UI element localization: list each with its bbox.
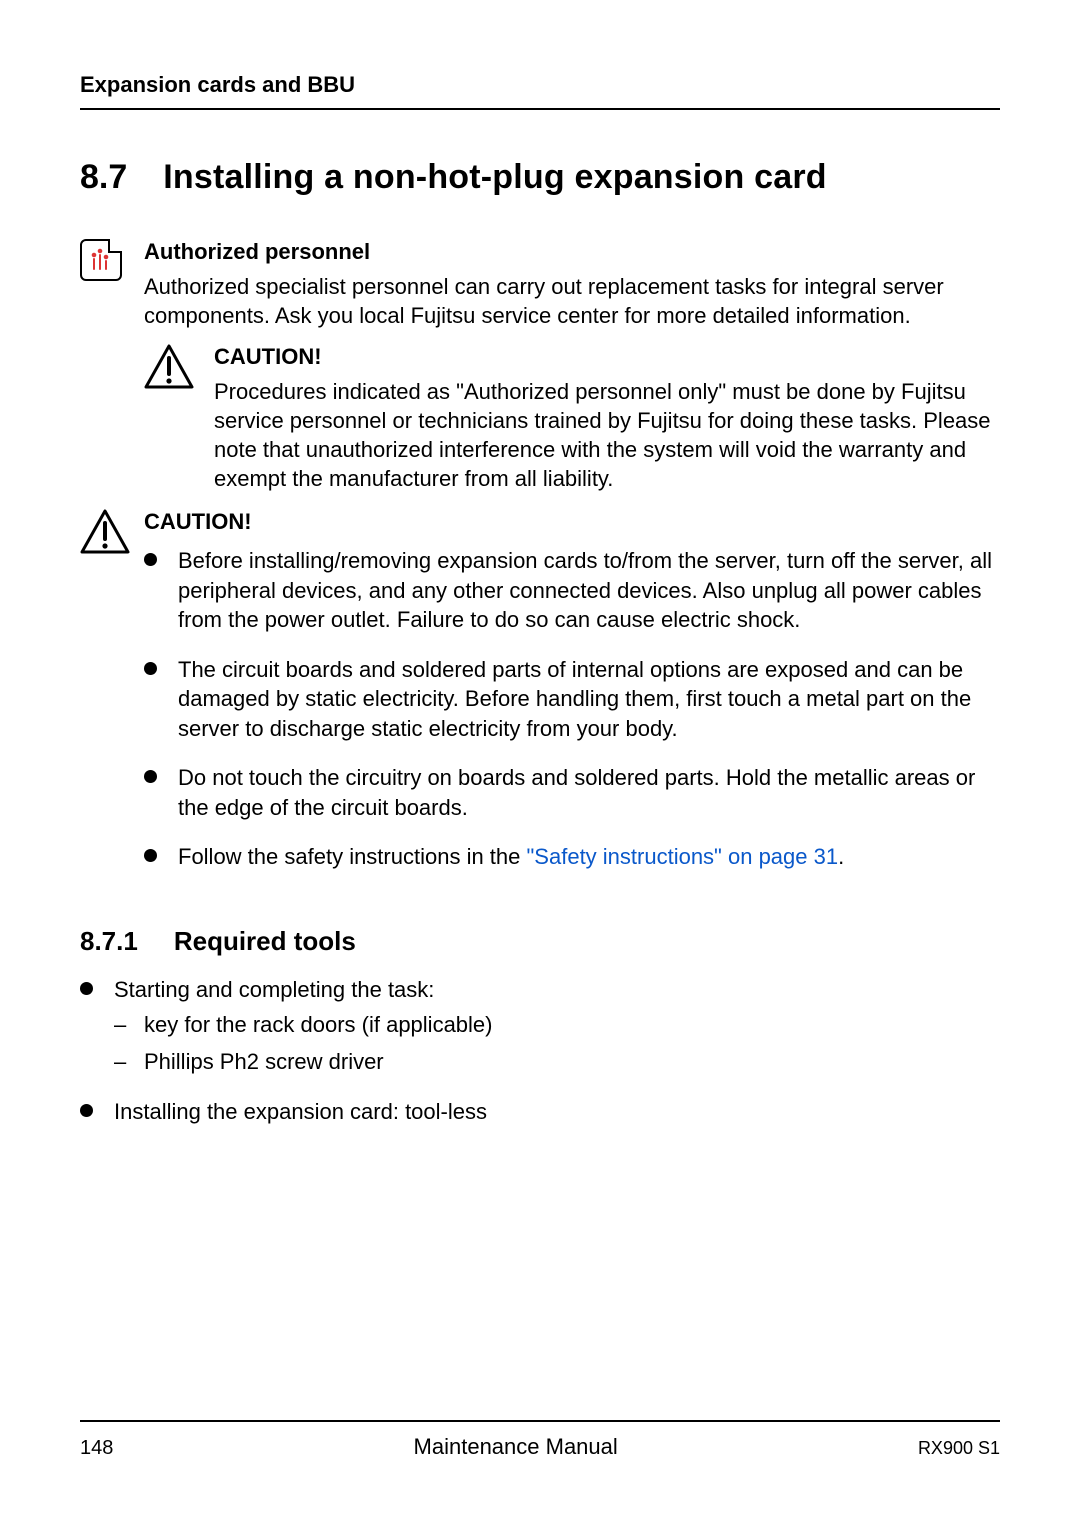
caution2-link-tail: .: [838, 844, 844, 869]
tools-subitem: key for the rack doors (if applicable): [114, 1010, 1000, 1039]
footer-title: Maintenance Manual: [414, 1434, 618, 1460]
tools-list: Starting and completing the task: key fo…: [80, 975, 1000, 1127]
tools-item: Installing the expansion card: tool-less: [80, 1097, 1000, 1126]
caution-block-2: CAUTION! Before installing/removing expa…: [80, 507, 1000, 891]
caution2-item: The circuit boards and soldered parts of…: [144, 655, 1000, 743]
page-footer: 148 Maintenance Manual RX900 S1: [80, 1420, 1000, 1460]
safety-instructions-link[interactable]: "Safety instructions" on page 31: [527, 844, 839, 869]
running-header: Expansion cards and BBU: [80, 72, 1000, 110]
tools-subitem: Phillips Ph2 screw driver: [114, 1047, 1000, 1076]
tools-item-text: Starting and completing the task:: [114, 977, 434, 1002]
caution1-body: Procedures indicated as "Authorized pers…: [214, 377, 1000, 493]
footer-model: RX900 S1: [918, 1438, 1000, 1459]
section-title: Installing a non-hot-plug expansion card: [163, 158, 826, 197]
caution-icon: [144, 342, 202, 499]
caution2-list: Before installing/removing expansion car…: [144, 546, 1000, 871]
page-number: 148: [80, 1437, 113, 1460]
tools-sublist: key for the rack doors (if applicable) P…: [114, 1010, 1000, 1077]
section-number: 8.7: [80, 158, 127, 197]
caution2-item: Do not touch the circuitry on boards and…: [144, 763, 1000, 822]
caution2-item: Before installing/removing expansion car…: [144, 546, 1000, 634]
caution2-heading: CAUTION!: [144, 507, 1000, 536]
subsection-heading: 8.7.1 Required tools: [80, 926, 1000, 957]
caution2-link-lead: Follow the safety instructions in the: [178, 844, 527, 869]
caution2-item-link: Follow the safety instructions in the "S…: [144, 842, 1000, 871]
subsection-title: Required tools: [174, 926, 356, 957]
section-heading: 8.7 Installing a non-hot-plug expansion …: [80, 158, 1000, 197]
caution-block-1: CAUTION! Procedures indicated as "Author…: [144, 342, 1000, 499]
info-icon: [80, 239, 122, 281]
authorized-heading: Authorized personnel: [144, 237, 1000, 266]
caution-icon: [80, 507, 130, 891]
authorized-block: Authorized personnel Authorized speciali…: [80, 237, 1000, 499]
tools-item: Starting and completing the task: key fo…: [80, 975, 1000, 1077]
authorized-body: Authorized specialist personnel can carr…: [144, 272, 1000, 330]
caution1-heading: CAUTION!: [214, 342, 1000, 371]
subsection-number: 8.7.1: [80, 926, 138, 957]
